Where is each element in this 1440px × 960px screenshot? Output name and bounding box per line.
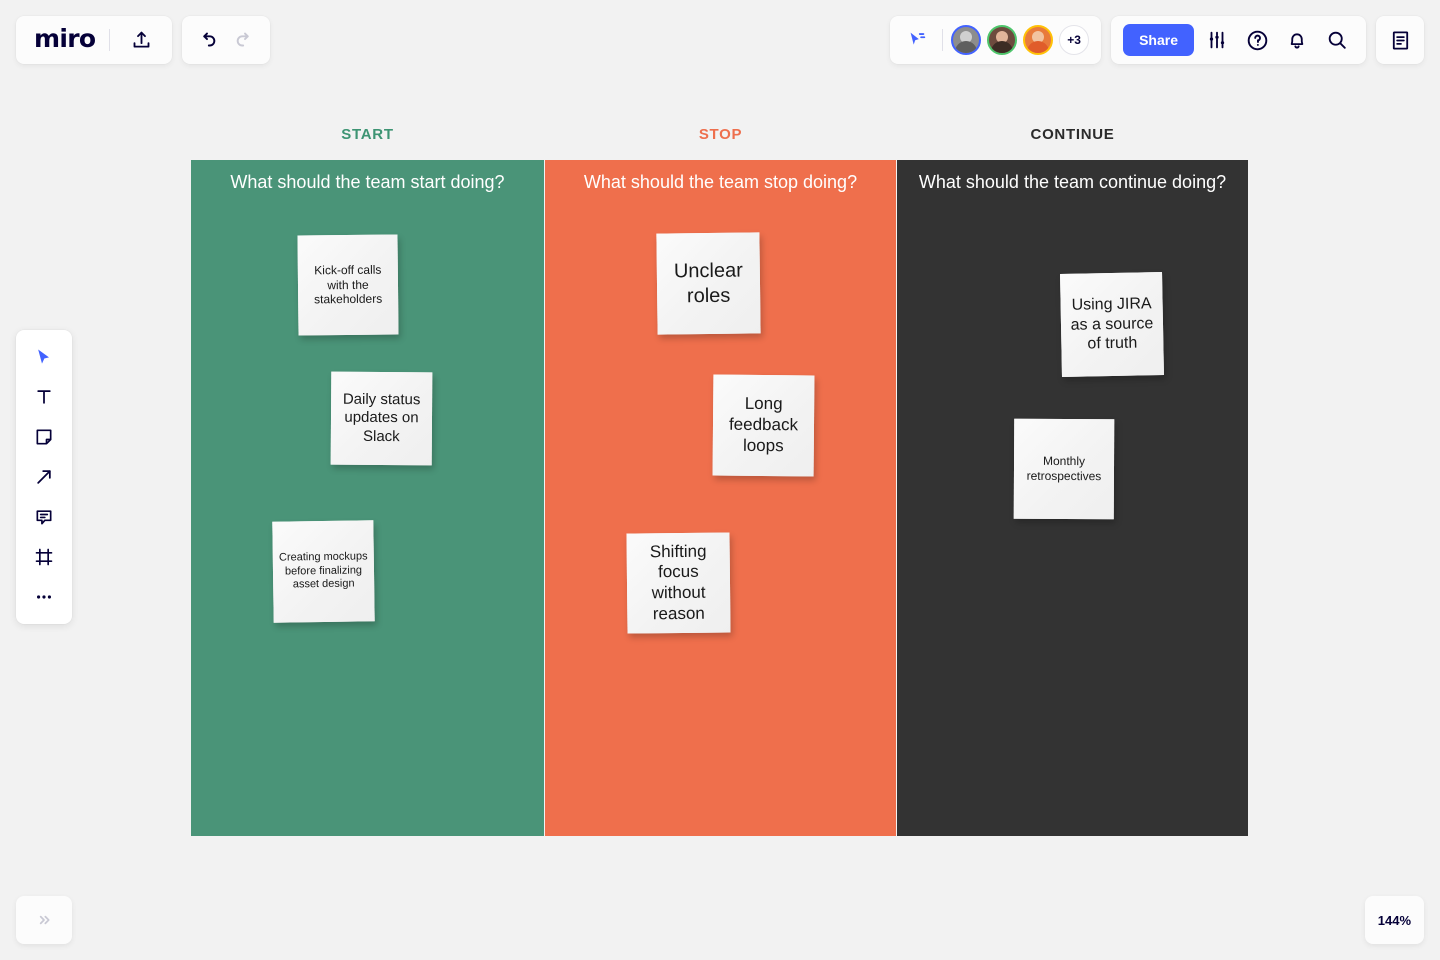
zoom-level-badge[interactable]: 144%	[1365, 896, 1424, 944]
sliders-icon[interactable]	[1200, 23, 1234, 57]
top-right-toolbar: +3 Share	[890, 16, 1424, 64]
avatar[interactable]	[951, 25, 981, 55]
column-prompt: What should the team continue doing?	[897, 160, 1248, 193]
arrow-tool[interactable]	[24, 460, 64, 494]
sticky-note[interactable]: Shifting focus without reason	[626, 532, 730, 633]
upload-icon[interactable]	[124, 23, 158, 57]
avatar[interactable]	[987, 25, 1017, 55]
comment-tool[interactable]	[24, 500, 64, 534]
sticky-note[interactable]: Kick-off calls with the stakeholders	[297, 234, 398, 335]
sticky-note[interactable]: Unclear roles	[656, 232, 760, 334]
actions-panel: Share	[1111, 16, 1366, 64]
divider	[942, 29, 943, 51]
undo-icon[interactable]	[190, 23, 224, 57]
frame-tool[interactable]	[24, 540, 64, 574]
left-toolbar	[16, 330, 72, 624]
sticky-note[interactable]: Monthly retrospectives	[1014, 419, 1115, 520]
column-prompt: What should the team start doing?	[191, 160, 544, 193]
more-tools[interactable]	[24, 580, 64, 614]
undo-redo-panel	[182, 16, 270, 64]
bell-icon[interactable]	[1280, 23, 1314, 57]
document-panel-icon[interactable]	[1383, 23, 1417, 57]
more-collaborators-badge[interactable]: +3	[1059, 25, 1089, 55]
column-label: START	[191, 126, 544, 143]
presence-panel: +3	[890, 16, 1101, 64]
sticky-note[interactable]: Daily status updates on Slack	[331, 372, 433, 466]
avatar[interactable]	[1023, 25, 1053, 55]
sticky-note-tool[interactable]	[24, 420, 64, 454]
select-tool[interactable]	[24, 340, 64, 374]
search-icon[interactable]	[1320, 23, 1354, 57]
redo-icon	[228, 23, 262, 57]
top-left-toolbar: miro	[16, 16, 270, 64]
help-circle-icon[interactable]	[1240, 23, 1274, 57]
collaborator-avatars: +3	[951, 25, 1089, 55]
column-prompt: What should the team stop doing?	[545, 160, 896, 193]
presence-cursor-icon[interactable]	[900, 23, 934, 57]
sticky-note[interactable]: Creating mockups before finalizing asset…	[272, 520, 374, 622]
column-label: STOP	[545, 126, 896, 143]
miro-logo[interactable]: miro	[34, 26, 95, 54]
document-panel-button[interactable]	[1376, 16, 1424, 64]
column-label: CONTINUE	[897, 126, 1248, 143]
share-button[interactable]: Share	[1123, 24, 1194, 57]
miro-board-canvas: miro	[0, 0, 1440, 960]
expand-panel-button[interactable]	[16, 896, 72, 944]
logo-panel: miro	[16, 16, 172, 64]
text-tool[interactable]	[24, 380, 64, 414]
divider	[109, 29, 110, 51]
sticky-note[interactable]: Using JIRA as a source of truth	[1060, 272, 1164, 377]
sticky-note[interactable]: Long feedback loops	[713, 375, 815, 477]
